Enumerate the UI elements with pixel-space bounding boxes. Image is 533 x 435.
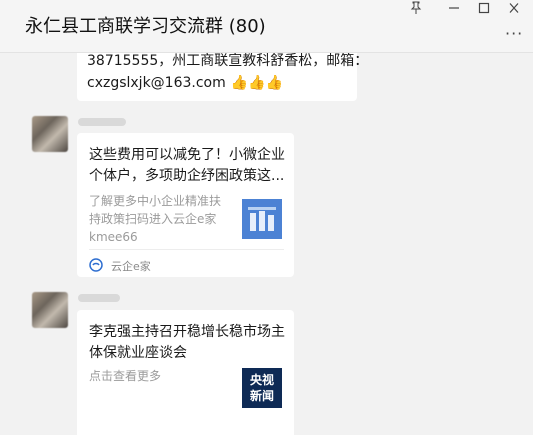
card-title-line: 这些费用可以减免了！小微企业 (89, 147, 285, 163)
link-card[interactable]: 李克强主持召开稳增长稳市场主 体保就业座谈会 点击查看更多 央视 新闻 (77, 310, 294, 435)
logo-line: 央视 (249, 373, 274, 387)
message-bubble[interactable]: 38715555，州工商联宣教科舒香松，邮箱： cxzgslxjk@163.co… (77, 53, 368, 101)
close-icon[interactable] (506, 1, 522, 15)
avatar[interactable] (32, 116, 68, 152)
link-card[interactable]: 这些费用可以减免了！小微企业 个体户，多项助企纾困政策这... 了解更多中小企业… (77, 133, 294, 277)
card-source: 云企e家 (111, 260, 151, 273)
card-title-line: 个体户，多项助企纾困政策这... (89, 168, 285, 184)
card-title-line: 体保就业座谈会 (89, 345, 187, 361)
email-text: cxzgslxjk@163.com (87, 75, 226, 91)
yunqi-logo-icon (89, 257, 103, 272)
sender-name (78, 294, 120, 302)
chat-title: 永仁县工商联学习交流群 (80) (25, 16, 266, 37)
avatar[interactable] (32, 292, 68, 328)
message-text-row: cxzgslxjk@163.com 👍👍👍 (87, 72, 283, 93)
card-description-line: 点击查看更多 (89, 369, 162, 383)
cctv-news-logo: 央视 新闻 (242, 368, 282, 408)
thumbs-up-emoji: 👍👍👍 (230, 75, 284, 91)
minimize-icon[interactable] (446, 1, 462, 15)
pin-icon[interactable] (408, 1, 424, 15)
sender-name (78, 118, 126, 126)
more-icon[interactable]: ··· (505, 24, 523, 43)
card-thumbnail (242, 199, 282, 239)
title-bar: 永仁县工商联学习交流群 (80) ··· (0, 0, 533, 53)
message-list[interactable]: 38715555，州工商联宣教科舒香松，邮箱： cxzgslxjk@163.co… (0, 53, 533, 435)
card-title-line: 李克强主持召开稳增长稳市场主 (89, 324, 285, 340)
message-text-line: 38715555，州工商联宣教科舒香松，邮箱： (87, 53, 369, 69)
card-description-line: kmee66 (89, 230, 138, 244)
divider (89, 249, 284, 250)
logo-line: 新闻 (249, 389, 274, 403)
card-description-line: 了解更多中小企业精准扶 (89, 194, 222, 208)
card-description-line: 持政策扫码进入云企e家 (89, 212, 217, 226)
maximize-icon[interactable] (476, 1, 492, 15)
